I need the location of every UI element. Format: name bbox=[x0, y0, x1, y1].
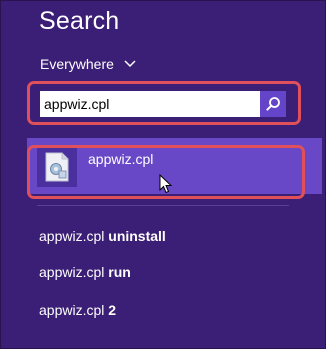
suggestion-item[interactable]: appwiz.cpl run bbox=[39, 264, 131, 280]
search-button[interactable] bbox=[260, 91, 286, 117]
suggestion-suffix: run bbox=[108, 264, 131, 280]
search-highlight-box bbox=[27, 81, 301, 125]
page-title: Search bbox=[39, 7, 120, 35]
suggestion-prefix: appwiz.cpl bbox=[39, 264, 105, 280]
chevron-down-icon bbox=[124, 60, 136, 68]
search-scope-dropdown[interactable]: Everywhere bbox=[40, 56, 136, 72]
suggestion-suffix: uninstall bbox=[108, 228, 166, 244]
suggestion-prefix: appwiz.cpl bbox=[39, 302, 105, 318]
suggestion-item[interactable]: appwiz.cpl uninstall bbox=[39, 228, 166, 244]
divider bbox=[37, 205, 289, 206]
search-input[interactable] bbox=[40, 91, 260, 117]
search-charm-panel: Search Everywhere appwiz.cpl appwiz.cpl … bbox=[0, 0, 326, 349]
suggestion-suffix: 2 bbox=[108, 302, 117, 318]
search-icon bbox=[266, 97, 280, 111]
search-scope-label: Everywhere bbox=[40, 56, 114, 72]
suggestion-prefix: appwiz.cpl bbox=[39, 228, 105, 244]
search-box bbox=[40, 91, 286, 117]
suggestion-item[interactable]: appwiz.cpl 2 bbox=[39, 302, 116, 318]
mouse-cursor-icon bbox=[159, 174, 173, 194]
